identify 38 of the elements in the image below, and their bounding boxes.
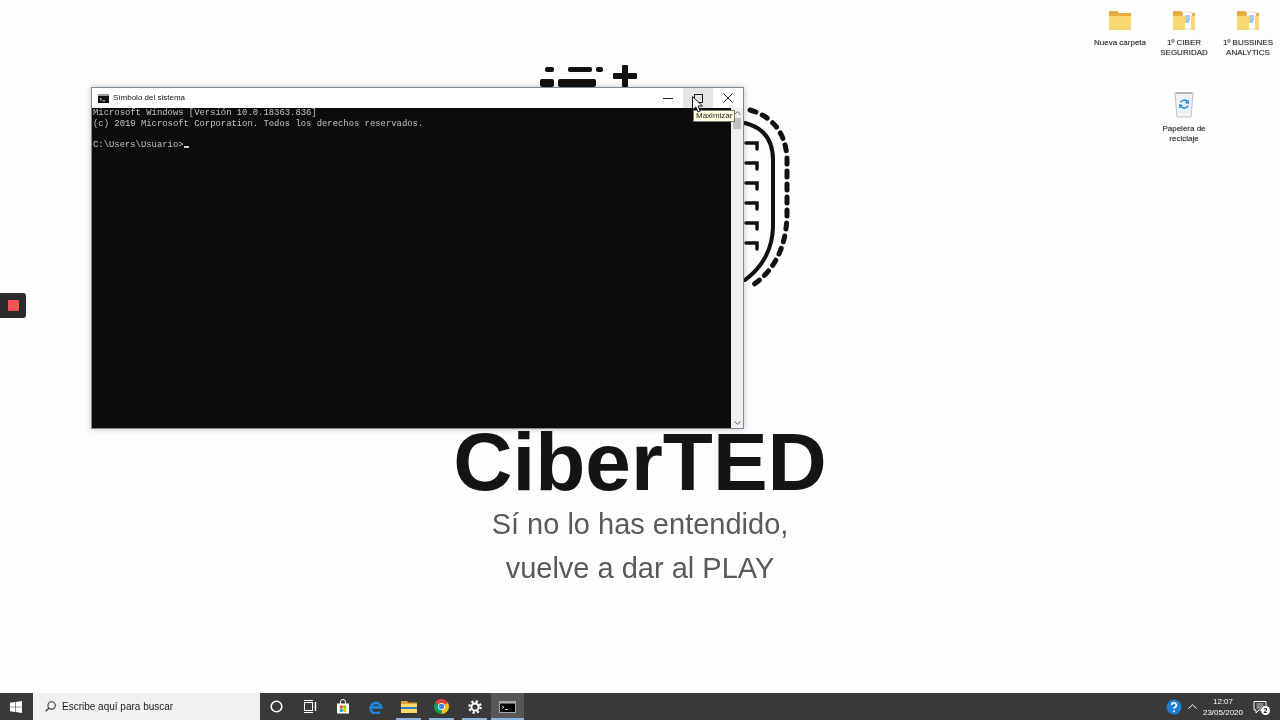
desktop-icon-label[interactable]: 1º BUSSINES ANALYTICS (1217, 38, 1279, 58)
console-line: (c) 2019 Microsoft Corporation. Todos los derechos reservados. (93, 118, 424, 129)
notification-icon (1253, 699, 1267, 714)
wallpaper-caption: Sí no lo has entendido, vuelve a dar al PLAY (490, 506, 790, 586)
scrollbar[interactable] (731, 108, 743, 428)
stop-button[interactable] (0, 293, 26, 318)
close-icon (723, 93, 733, 103)
recycle-bin-icon[interactable] (1174, 90, 1194, 118)
stop-icon (7, 300, 19, 311)
folder-icon (400, 700, 417, 713)
task-view-icon (302, 700, 317, 713)
desktop-icon-label[interactable]: 1º CIBER SEGURIDAD (1153, 38, 1215, 58)
console-line: Microsoft Windows [Versión 10.0.18363.836] (93, 108, 317, 119)
wallpaper-title: CiberTED (453, 427, 827, 497)
clock-button[interactable]: 12:07 23/05/2020 (1200, 693, 1246, 720)
desktop-icon-label[interactable]: Papelera de reciclaje (1153, 124, 1215, 144)
console-prompt: C:\Users\Usuario> (93, 139, 184, 150)
minimize-icon (663, 97, 673, 99)
search-field[interactable]: Escribe aquí para buscar (33, 693, 260, 720)
browser-logo-icon (434, 699, 449, 714)
mouse-pointer-icon (692, 96, 703, 113)
windows-logo-icon (10, 700, 22, 713)
settings-icon (467, 699, 482, 714)
e-logo-icon (368, 699, 383, 714)
shopping-bag-icon (335, 699, 350, 714)
desktop-icon-label[interactable]: Nueva carpeta (1089, 38, 1151, 48)
ring-icon (270, 700, 283, 713)
window-title: Símbolo del sistema (113, 92, 186, 104)
chevron-up-icon (1187, 704, 1197, 709)
help-icon (1166, 698, 1182, 715)
terminal-icon (499, 700, 516, 713)
taskbar-button[interactable] (491, 693, 524, 720)
text-cursor-icon (183, 146, 189, 148)
search-icon (45, 701, 56, 712)
terminal-icon (98, 93, 109, 103)
tooltip: Maximizar (693, 110, 736, 122)
scrollbar-thumb[interactable] (733, 118, 741, 129)
maximize-icon (693, 93, 703, 103)
